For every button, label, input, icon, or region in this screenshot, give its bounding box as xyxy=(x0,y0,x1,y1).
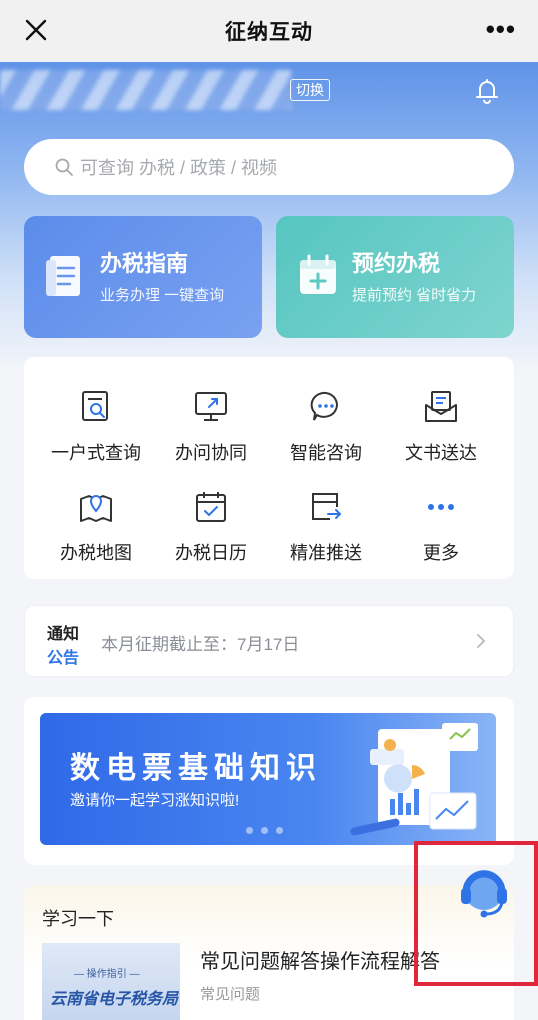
calendar-check-icon xyxy=(196,492,226,522)
map-pin-icon xyxy=(80,495,112,522)
service-household-query[interactable]: 一户式查询 xyxy=(41,365,151,463)
banner-subtitle: 邀请你一起学习涨知识啦! xyxy=(70,792,240,809)
calendar-plus-icon xyxy=(300,254,336,294)
services-grid: 一户式查询 办问协同 智能咨询 文书送达 办税地图 办税日历 精准推送 更多 xyxy=(24,357,514,579)
service-smart-consult[interactable]: 智能咨询 xyxy=(271,365,381,463)
notice-text: 本月征期截止至：7月17日 xyxy=(101,635,300,654)
tax-guide-card[interactable]: 办税指南 业务办理 一键查询 xyxy=(24,216,262,338)
service-tax-map[interactable]: 办税地图 xyxy=(41,465,151,563)
bell-icon[interactable] xyxy=(472,76,502,106)
document-search-icon xyxy=(82,391,108,421)
thumbnail-title: 云南省电子税务局 xyxy=(50,991,179,1008)
service-more[interactable]: 更多 xyxy=(386,465,496,563)
learn-section-title: 学习一下 xyxy=(42,909,114,929)
service-label: 一户式查询 xyxy=(51,443,141,463)
service-document-delivery[interactable]: 文书送达 xyxy=(386,365,496,463)
service-label: 办问协同 xyxy=(175,443,247,463)
notice-tag-line2: 公告 xyxy=(47,650,80,667)
article-tag: 常见问题 xyxy=(200,986,261,1003)
service-label: 更多 xyxy=(423,543,459,563)
more-menu-button[interactable]: ••• xyxy=(486,16,516,42)
service-precise-push[interactable]: 精准推送 xyxy=(271,465,381,563)
page-title: 征纳互动 xyxy=(225,21,313,44)
appointment-card[interactable]: 预约办税 提前预约 省时省力 xyxy=(276,216,514,338)
search-placeholder: 可查询 办税 / 政策 / 视频 xyxy=(80,158,278,178)
guide-document-icon xyxy=(46,256,80,296)
banner-title: 数电票基础知识 xyxy=(70,752,322,785)
search-input[interactable]: 可查询 办税 / 政策 / 视频 xyxy=(24,139,514,195)
more-dots-icon xyxy=(428,504,454,510)
switch-location-button[interactable]: 切换 xyxy=(290,79,330,101)
service-label: 精准推送 xyxy=(290,543,362,563)
thumbnail-caption: — 操作指引 — xyxy=(74,969,140,980)
service-label: 智能咨询 xyxy=(290,443,362,463)
mail-document-icon xyxy=(425,391,457,422)
close-icon[interactable] xyxy=(22,16,50,44)
service-tax-calendar[interactable]: 办税日历 xyxy=(156,465,266,563)
article-title[interactable]: 常见问题解答操作流程解答 xyxy=(200,945,440,974)
appointment-card-subtitle: 提前预约 省时省力 xyxy=(352,287,477,304)
search-icon xyxy=(55,158,73,176)
banner-pagination xyxy=(246,821,291,839)
service-label: 文书送达 xyxy=(405,443,477,463)
chat-bubble-icon xyxy=(310,391,338,421)
report-illustration-icon xyxy=(350,723,478,836)
notice-bar[interactable]: 通知 公告 本月征期截止至：7月17日 xyxy=(24,605,514,677)
title-bar: 征纳互动 ••• xyxy=(0,0,538,62)
article-thumbnail[interactable]: — 操作指引 — 云南省电子税务局 xyxy=(42,943,180,1020)
highlight-box xyxy=(414,841,538,986)
chevron-right-icon xyxy=(477,634,486,648)
promo-banner[interactable]: 数电票基础知识 邀请你一起学习涨知识啦! xyxy=(40,713,496,845)
screen-share-icon xyxy=(195,392,227,421)
service-collaboration[interactable]: 办问协同 xyxy=(156,365,266,463)
guide-card-title: 办税指南 xyxy=(100,251,189,276)
guide-card-subtitle: 业务办理 一键查询 xyxy=(100,287,225,304)
card-arrow-icon xyxy=(312,493,342,520)
notice-tag-line1: 通知 xyxy=(47,626,80,643)
service-label: 办税地图 xyxy=(60,543,132,563)
service-label: 办税日历 xyxy=(175,543,247,563)
location-name-blurred xyxy=(0,70,292,110)
appointment-card-title: 预约办税 xyxy=(352,251,441,276)
banner-container: 数电票基础知识 邀请你一起学习涨知识啦! xyxy=(24,697,514,865)
